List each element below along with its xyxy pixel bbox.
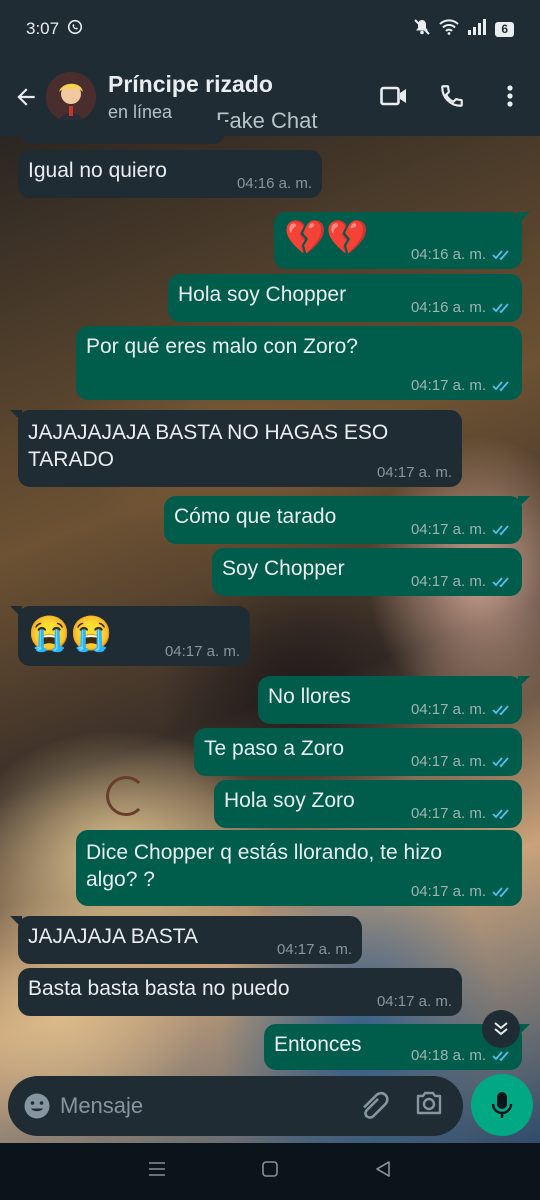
message-text: 😭😭 [28,615,113,653]
message-input[interactable] [60,1093,360,1119]
message-text: Te paso a Zoro [204,737,345,760]
message-bubble[interactable]: Igual no quiero 04:16 a. m. [18,150,322,198]
message-bubble[interactable]: Dice Chopper q estás llorando, te hizo a… [76,830,522,906]
camera-icon [416,1091,442,1115]
system-back-button[interactable] [374,1160,392,1183]
message-time: 04:16 a. m. [410,246,486,263]
read-ticks-icon [492,249,509,260]
message-time: 04:16 a. m. [410,299,486,316]
message-text: Cómo que tarado [174,505,337,528]
mic-icon [491,1092,513,1118]
read-ticks-icon [492,808,509,819]
message-text: JAJAJAJA BASTA [28,925,198,948]
phone-icon [441,85,463,107]
message-time: 04:16 a. m. [236,175,312,192]
message-bubble[interactable]: Por qué eres malo con Zoro? 04:17 a. m. [76,326,522,400]
back-button[interactable] [6,67,46,127]
wallpaper-swirl [106,776,146,816]
video-call-icon [380,86,406,106]
message-time: 04:17 a. m. [410,805,486,822]
message-text: Igual no quiero [28,159,167,182]
battery-indicator: 6 [495,21,514,37]
message-text: Por qué eres malo con Zoro? [86,335,358,358]
more-vert-icon [507,85,513,107]
message-text: JAJAJAJAJA BASTA NO HAGAS ESO [28,421,389,444]
recents-button[interactable] [148,1161,166,1182]
message-time: 04:17 a. m. [276,941,352,958]
voice-call-button[interactable] [436,76,468,116]
video-call-button[interactable] [378,76,410,116]
message-time: 04:17 a. m. [164,643,240,660]
voice-message-button[interactable] [471,1074,533,1136]
triangle-back-icon [376,1161,391,1177]
message-time: 04:17 a. m. [410,377,486,394]
message-time: 04:17 a. m. [410,573,486,590]
message-text: Entonces [274,1033,362,1056]
message-composer [8,1076,463,1136]
message-bubble[interactable]: Basta basta basta no puedo 04:17 a. m. [18,968,462,1016]
message-bubble[interactable]: 💔💔 04:16 a. m. [274,212,530,269]
message-time: 04:17 a. m. [410,883,486,900]
avatar[interactable] [46,72,96,122]
message-bubble[interactable]: 😭😭 04:17 a. m. [10,606,250,666]
message-text: Dice Chopper q estás llorando, te hizo [86,841,443,864]
read-ticks-icon [492,886,509,897]
read-ticks-icon [492,1050,509,1061]
read-ticks-icon [492,380,509,391]
read-ticks-icon [492,576,509,587]
menu-lines-icon [148,1162,165,1176]
message-text: No llores [268,685,351,708]
message-bubble[interactable]: Te paso a Zoro 04:17 a. m. [194,728,522,776]
attach-button[interactable] [361,1090,391,1127]
menu-button[interactable] [494,76,526,116]
signal-icon [467,18,487,40]
read-ticks-icon [492,302,509,313]
message-time: 04:17 a. m. [410,521,486,538]
read-ticks-icon [492,524,509,535]
status-time: 3:07 [26,19,60,38]
message-time: 04:17 a. m. [410,753,486,770]
paperclip-icon [363,1091,389,1119]
message-time: 04:17 a. m. [376,993,452,1010]
home-button[interactable] [261,1160,279,1183]
camera-button[interactable] [415,1090,443,1121]
home-square-icon [262,1161,278,1177]
message-text: Hola soy Chopper [178,283,347,306]
arrow-left-icon [17,88,35,106]
contact-name: Príncipe rizado [108,71,273,97]
message-bubble[interactable]: JAJAJAJA BASTA 04:17 a. m. [10,916,362,964]
message-text: Basta basta basta no puedo [28,977,290,1000]
message-text: 💔💔 [284,219,369,257]
message-text: Hola soy Zoro [224,789,355,812]
wifi-icon [439,18,460,40]
scroll-to-bottom-button[interactable] [482,1010,520,1048]
message-bubble[interactable]: Hola soy Zoro 04:17 a. m. [214,780,522,828]
system-nav-bar [0,1143,540,1200]
message-bubble[interactable]: Hola soy Chopper 04:16 a. m. [168,274,522,322]
message-time: 04:18 a. m. [410,1047,486,1064]
message-time: 04:17 a. m. [410,701,486,718]
status-bar: 3:07 6 [0,0,540,58]
whatsapp-notification-icon [67,19,83,40]
message-bubble-cut [20,120,225,144]
mute-icon [413,18,431,41]
double-chevron-down-icon [494,1022,508,1036]
message-text-line2: algo? ? [86,868,155,891]
watermark: Fake Chat [216,108,318,133]
message-bubble[interactable]: JAJAJAJAJA BASTA NO HAGAS ESO TARADO 04:… [10,410,462,487]
message-bubble[interactable]: Soy Chopper 04:17 a. m. [212,548,522,596]
message-text-line2: TARADO [28,448,114,471]
message-bubble[interactable]: No llores 04:17 a. m. [258,676,530,724]
message-time: 04:17 a. m. [376,464,452,481]
message-bubble[interactable]: Cómo que tarado 04:17 a. m. [164,496,530,544]
emoji-button[interactable] [22,1091,52,1121]
message-text: Soy Chopper [222,557,345,580]
read-ticks-icon [492,756,509,767]
emoji-icon [24,1093,50,1119]
read-ticks-icon [492,704,509,715]
